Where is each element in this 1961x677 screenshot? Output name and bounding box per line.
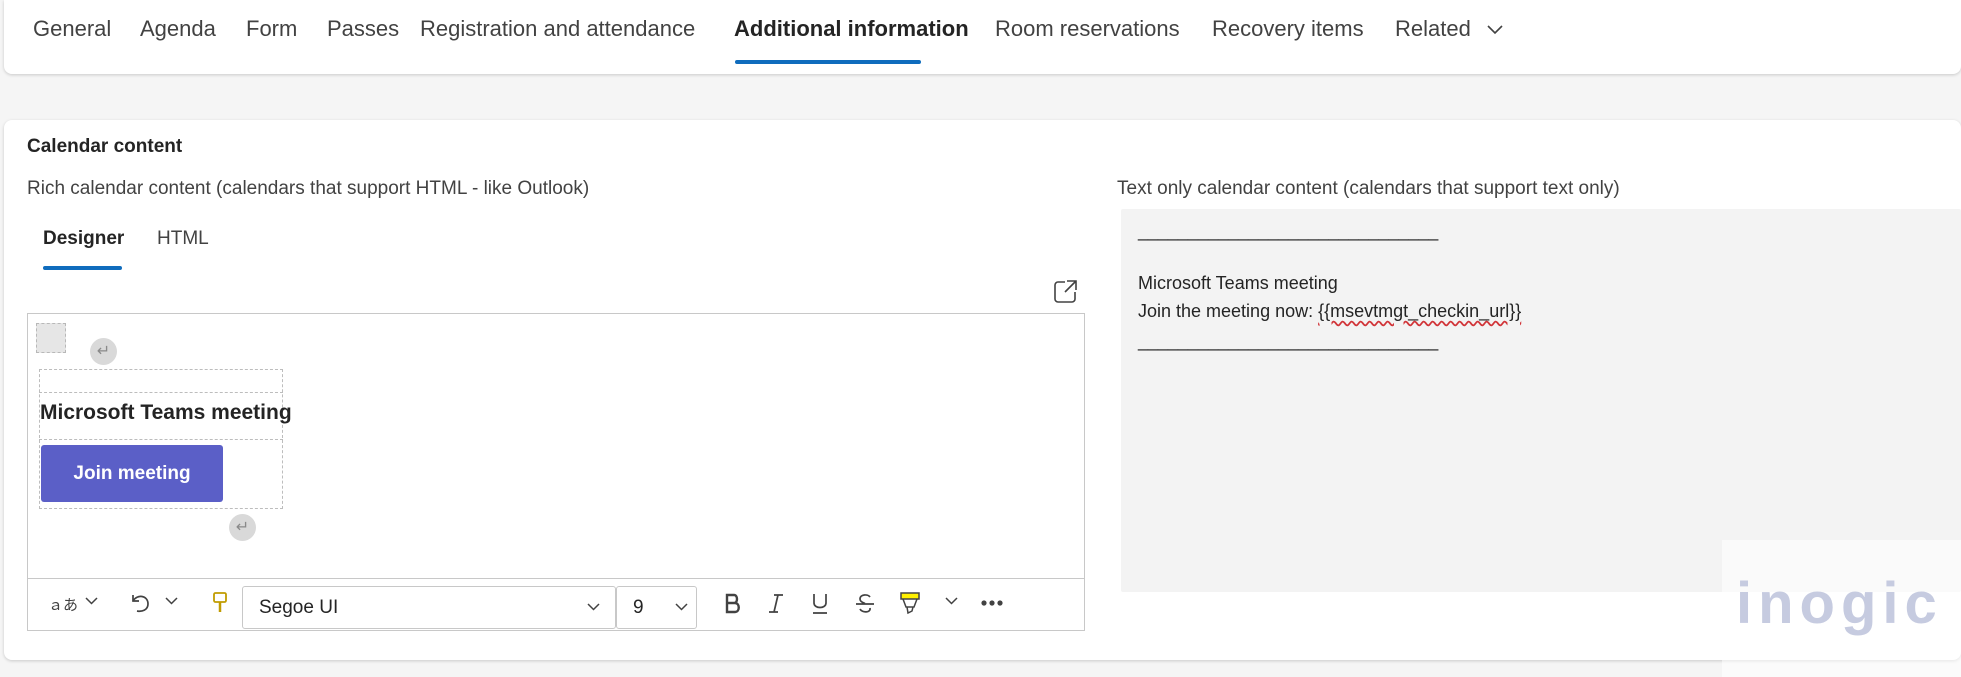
text-language-icon[interactable]: ａあ: [48, 594, 78, 615]
bold-icon[interactable]: [723, 592, 743, 616]
separator-line: ______________________________: [1138, 331, 1439, 351]
rich-calendar-label: Rich calendar content (calendars that su…: [27, 178, 590, 199]
chevron-down-icon: [587, 603, 600, 611]
tab-general[interactable]: General: [33, 16, 111, 42]
meeting-title-text[interactable]: Microsoft Teams meeting: [40, 401, 292, 425]
more-options-icon[interactable]: [980, 599, 1004, 607]
tab-html[interactable]: HTML: [157, 228, 209, 250]
active-editor-tab-indicator: [43, 266, 122, 270]
image-placeholder[interactable]: [36, 323, 66, 353]
format-painter-icon[interactable]: [211, 591, 229, 615]
active-tab-indicator: [735, 60, 921, 64]
tab-form[interactable]: Form: [246, 16, 297, 42]
watermark-logo: inogic: [1722, 540, 1961, 677]
tab-designer[interactable]: Designer: [43, 228, 124, 250]
formatting-toolbar: ａあ Segoe UI 9: [28, 578, 1084, 630]
chevron-down-icon[interactable]: [85, 597, 98, 605]
tab-recovery-items[interactable]: Recovery items: [1212, 16, 1364, 42]
checkin-url-token: {{msevtmgt_checkin_url}}: [1318, 301, 1522, 321]
text-calendar-label: Text only calendar content (calendars th…: [1117, 178, 1620, 199]
text-line-join: Join the meeting now: {{msevtmgt_checkin…: [1138, 301, 1521, 322]
return-icon: ↵: [229, 514, 256, 541]
tab-additional-information[interactable]: Additional information: [734, 16, 969, 42]
calendar-content-section: Calendar content Rich calendar content (…: [4, 120, 1961, 660]
separator-line: ______________________________: [1138, 221, 1439, 241]
chevron-down-icon: [1487, 25, 1503, 35]
tab-room-reservations[interactable]: Room reservations: [995, 16, 1180, 42]
underline-icon[interactable]: [810, 592, 830, 616]
tab-bar: General Agenda Form Passes Registration …: [4, 0, 1961, 74]
strikethrough-icon[interactable]: [854, 592, 876, 616]
email-designer-canvas[interactable]: ↵ Microsoft Teams meeting Join meeting ↵…: [27, 313, 1085, 631]
font-size-select[interactable]: 9: [616, 586, 697, 629]
text-line-meeting-title: Microsoft Teams meeting: [1138, 273, 1338, 293]
highlight-icon[interactable]: [899, 591, 921, 617]
chevron-down-icon[interactable]: [945, 597, 958, 605]
join-meeting-button[interactable]: Join meeting: [41, 445, 223, 502]
font-size-value: 9: [633, 597, 644, 618]
text-only-calendar-content[interactable]: ______________________________ Microsoft…: [1121, 209, 1961, 592]
tab-related[interactable]: Related: [1395, 16, 1503, 42]
italic-icon[interactable]: [766, 592, 786, 616]
return-icon: ↵: [90, 338, 117, 365]
font-family-value: Segoe UI: [259, 597, 339, 618]
section-title: Calendar content: [27, 136, 183, 157]
tab-registration-and-attendance[interactable]: Registration and attendance: [420, 16, 695, 42]
chevron-down-icon: [675, 603, 688, 611]
tab-agenda[interactable]: Agenda: [140, 16, 216, 42]
join-text: Join the meeting now:: [1138, 301, 1319, 321]
watermark-text: inogic: [1736, 571, 1943, 636]
undo-icon[interactable]: [128, 591, 152, 615]
tab-related-label: Related: [1395, 16, 1471, 41]
chevron-down-icon[interactable]: [165, 597, 178, 605]
tab-passes[interactable]: Passes: [327, 16, 399, 42]
popout-icon[interactable]: [1053, 278, 1079, 304]
font-family-select[interactable]: Segoe UI: [242, 586, 616, 629]
